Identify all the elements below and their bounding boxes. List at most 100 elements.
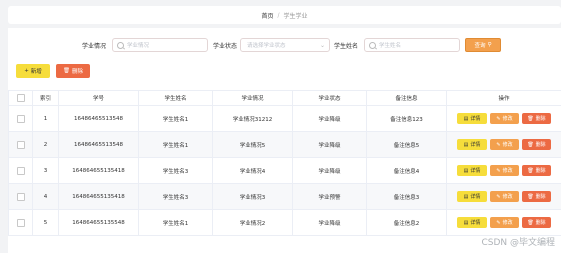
trash-icon: 🗑 <box>527 115 534 122</box>
row-select-cell[interactable] <box>8 131 33 158</box>
column-header: 学业情况 <box>212 90 293 106</box>
column-header: 学号 <box>58 90 139 106</box>
situation-cell: 学业情况3 <box>212 183 293 210</box>
table-row: 1 164864655135​48 学生姓名1 学业情况31212 学业降级 备注信息12… <box>8 105 561 132</box>
delete-button[interactable]: 🗑 删除 <box>522 165 551 176</box>
delete-button[interactable]: 🗑 删除 <box>522 139 551 150</box>
table-header-row: 索引 学号 学生姓名 学业情况 学业状态 备注信息 操作 <box>8 90 561 106</box>
state-cell: 学业预警 <box>292 183 367 210</box>
situation-cell: 学业情况31212 <box>212 105 293 132</box>
row-checkbox[interactable] <box>16 166 25 175</box>
status-filter-label: 学业情况 <box>82 43 107 50</box>
breadcrumb-current: 学生学业 <box>283 12 308 20</box>
row-checkbox[interactable] <box>16 192 25 201</box>
detail-button[interactable]: ▤ 详情 <box>457 165 487 176</box>
detail-button-label: 详情 <box>470 168 481 174</box>
table-row: 2 164864655135​48 学生姓名1 学业情况5 学业降级 备注信息5 ▤ 详情 ✎ 修… <box>8 131 561 158</box>
state-cell: 学业降级 <box>292 209 367 236</box>
edit-button[interactable]: ✎ 修改 <box>490 113 519 124</box>
table-row: 4 164864655135418 学生姓名3 学业情况3 学业预警 备注信息3 ▤ 详情 ✎ 修… <box>8 183 561 210</box>
row-checkbox[interactable] <box>16 114 25 123</box>
note-cell: 备注信息3 <box>366 183 447 210</box>
state-filter-placeholder: 请选择学业状态 <box>247 43 286 49</box>
row-checkbox[interactable] <box>16 218 25 227</box>
row-checkbox[interactable] <box>16 140 25 149</box>
note-cell: 备注信息5 <box>366 131 447 158</box>
edit-button-label: 修改 <box>502 142 513 148</box>
select-all-header[interactable] <box>8 90 33 106</box>
delete-button[interactable]: 🗑 删除 <box>522 191 551 202</box>
row-select-cell[interactable] <box>8 183 33 210</box>
row-select-cell[interactable] <box>8 157 33 184</box>
search-icon <box>117 41 124 49</box>
delete-button[interactable]: 🗑 删除 <box>522 113 551 124</box>
delete-selected-button[interactable]: 🗑 删除 <box>56 64 90 78</box>
row-select-cell[interactable] <box>8 209 33 236</box>
table-row: 5 164864655135548 学生姓名1 学业情况2 学业降级 备注信息2 ▤ 详情 ✎ 修… <box>8 209 561 236</box>
trash-icon: 🗑 <box>527 167 534 174</box>
row-select-cell[interactable] <box>8 105 33 132</box>
breadcrumb-home[interactable]: 首页 <box>261 11 273 20</box>
state-filter-select[interactable]: 请选择学业状态 ⌄ <box>240 38 330 52</box>
plus-icon: + <box>24 68 29 74</box>
trash-icon: 🗑 <box>527 193 534 200</box>
delete-selected-button-label: 删除 <box>71 69 83 75</box>
note-cell: 备注信息2 <box>366 209 447 236</box>
search-button[interactable]: 查询 ⚲ <box>465 38 501 52</box>
operations-cell: ▤ 详情 ✎ 修改 🗑 删除 <box>446 183 561 210</box>
delete-button-label: 删除 <box>535 220 546 226</box>
situation-cell: 学业情况2 <box>212 209 293 236</box>
note-cell: 备注信息4 <box>366 157 447 184</box>
edit-button[interactable]: ✎ 修改 <box>490 217 519 228</box>
index-cell: 2 <box>32 131 59 158</box>
detail-button[interactable]: ▤ 详情 <box>457 113 487 124</box>
document-icon: ▤ <box>463 219 469 226</box>
document-icon: ▤ <box>463 115 469 122</box>
table-row: 3 164864655135418 学生姓名3 学业情况4 学业降级 备注信息4 ▤ 详情 ✎ 修… <box>8 157 561 184</box>
edit-button[interactable]: ✎ 修改 <box>490 139 519 150</box>
detail-button[interactable]: ▤ 详情 <box>457 217 487 228</box>
name-filter-label: 学生姓名 <box>334 43 359 50</box>
edit-button[interactable]: ✎ 修改 <box>490 165 519 176</box>
edit-button-label: 修改 <box>502 220 513 226</box>
status-filter-placeholder: 学业情况 <box>127 43 150 49</box>
detail-button[interactable]: ▤ 详情 <box>457 191 487 202</box>
state-filter-label: 学业状态 <box>213 43 238 50</box>
student-name-cell: 学生姓名1 <box>138 209 213 236</box>
document-icon: ▤ <box>463 193 469 200</box>
index-cell: 5 <box>32 209 59 236</box>
delete-button[interactable]: 🗑 删除 <box>522 217 551 228</box>
edit-button-label: 修改 <box>502 194 513 200</box>
column-header: 学业状态 <box>292 90 367 106</box>
name-filter-input[interactable]: 学生姓名 <box>364 38 460 52</box>
trash-icon: 🗑 <box>63 68 70 74</box>
pencil-icon: ✎ <box>496 167 501 174</box>
pencil-icon: ✎ <box>496 141 501 148</box>
edit-button-label: 修改 <box>502 168 513 174</box>
trash-icon: 🗑 <box>527 141 534 148</box>
edit-button-label: 修改 <box>502 116 513 122</box>
student-id-cell: 164864655135​48 <box>58 131 139 158</box>
breadcrumb: 首页 / 学生学业 <box>8 6 561 24</box>
index-cell: 3 <box>32 157 59 184</box>
situation-cell: 学业情况5 <box>212 131 293 158</box>
edit-button[interactable]: ✎ 修改 <box>490 191 519 202</box>
add-button[interactable]: + 新增 <box>16 64 50 78</box>
detail-button-label: 详情 <box>470 142 481 148</box>
student-id-cell: 164864655135548 <box>58 209 139 236</box>
delete-button-label: 删除 <box>535 194 546 200</box>
name-filter-placeholder: 学生姓名 <box>379 43 402 49</box>
select-all-checkbox[interactable] <box>16 94 25 102</box>
main-panel: 学业情况 学业情况 学业状态 请选择学业状态 ⌄ 学生姓名 学生姓名 查询 ⚲ … <box>8 28 561 253</box>
status-filter-input[interactable]: 学业情况 <box>112 38 208 52</box>
detail-button-label: 详情 <box>470 194 481 200</box>
index-cell: 4 <box>32 183 59 210</box>
pencil-icon: ✎ <box>496 193 501 200</box>
index-cell: 1 <box>32 105 59 132</box>
state-cell: 学业降级 <box>292 105 367 132</box>
pencil-icon: ✎ <box>496 115 501 122</box>
detail-button[interactable]: ▤ 详情 <box>457 139 487 150</box>
operations-cell: ▤ 详情 ✎ 修改 🗑 删除 <box>446 157 561 184</box>
delete-button-label: 删除 <box>535 168 546 174</box>
state-cell: 学业降级 <box>292 157 367 184</box>
